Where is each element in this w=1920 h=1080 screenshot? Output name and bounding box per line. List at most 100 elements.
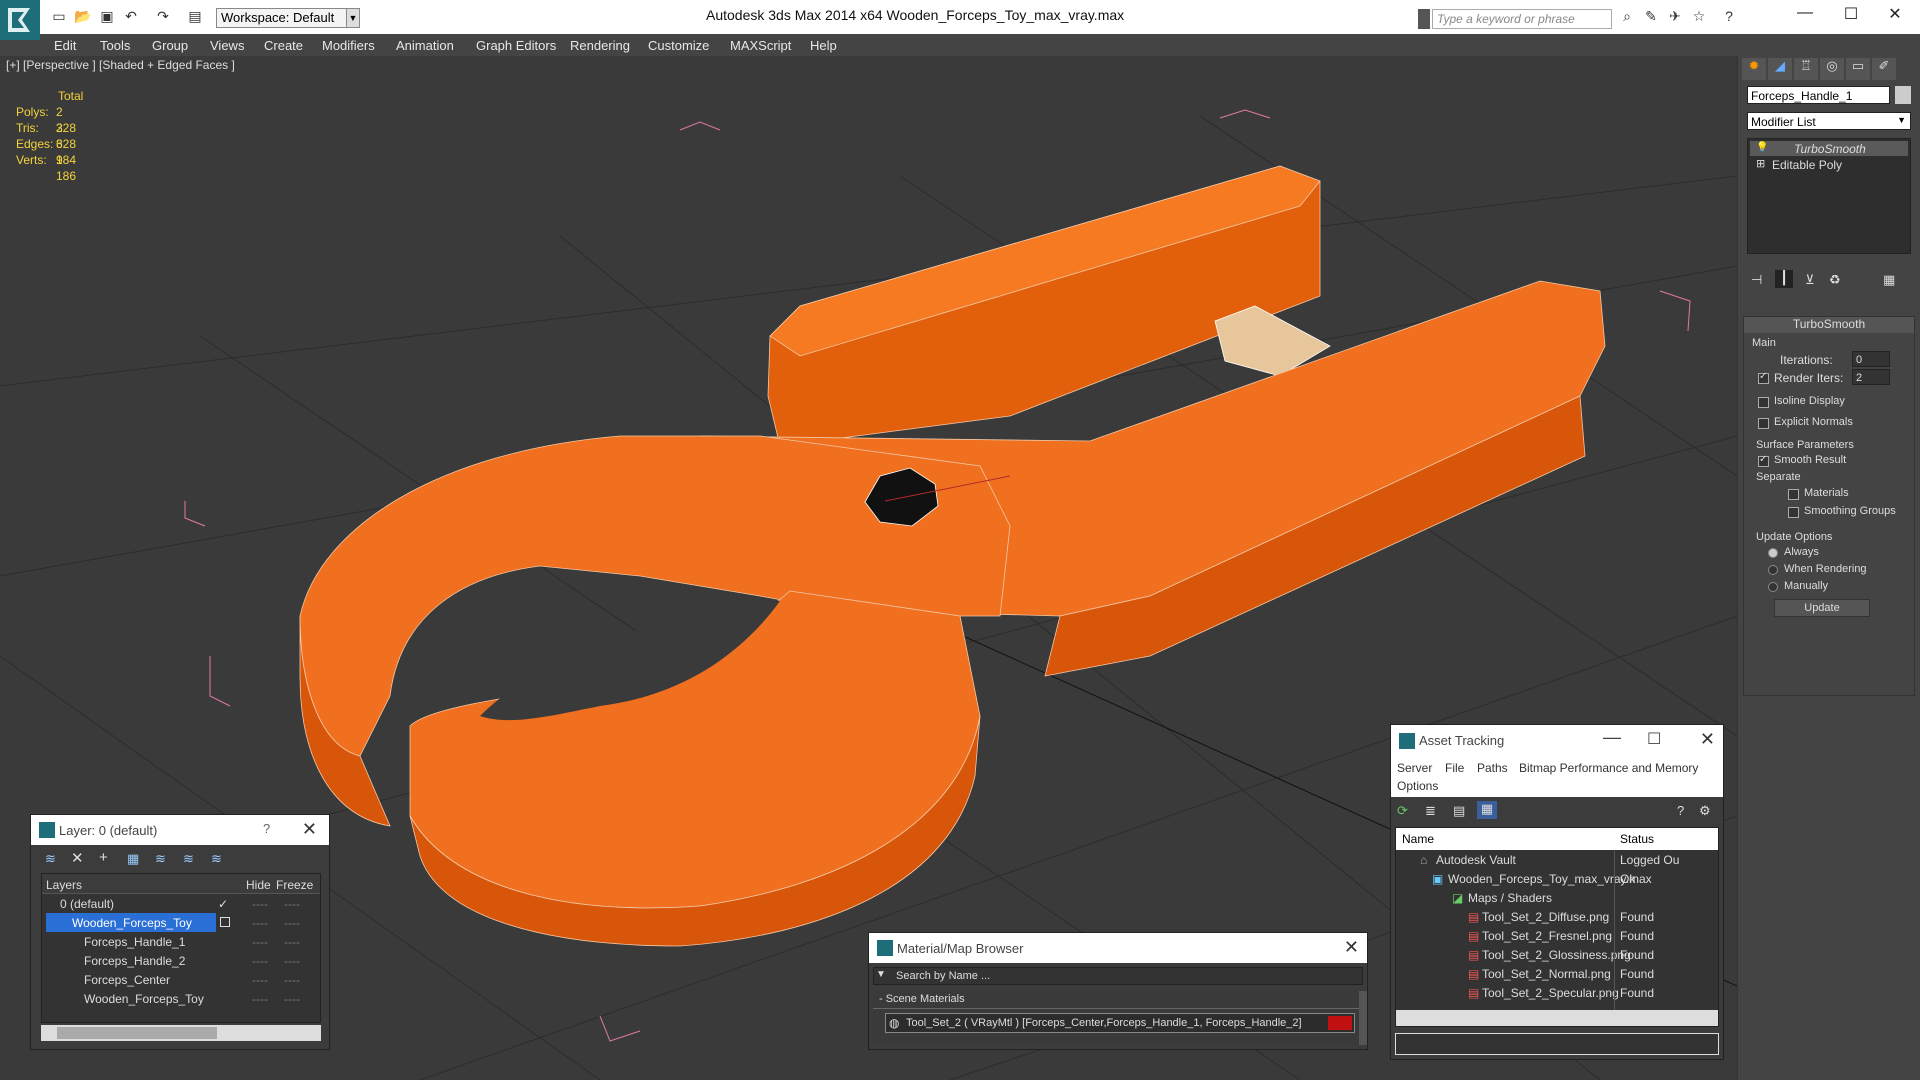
motion-tab-icon[interactable]: ◎: [1820, 58, 1844, 80]
isoline-display-checkbox[interactable]: [1758, 397, 1769, 408]
object-name-field[interactable]: Forceps_Handle_1: [1747, 86, 1890, 104]
create-tab-icon[interactable]: ✹: [1742, 58, 1766, 80]
freeze-dash[interactable]: ----: [284, 992, 300, 1006]
asset-row[interactable]: ▤ Tool_Set_2_Fresnel.png Found: [1396, 926, 1718, 945]
close-icon[interactable]: ✕: [1700, 729, 1715, 750]
viewport-label[interactable]: [+] [Perspective ] [Shaded + Edged Faces…: [6, 58, 235, 72]
asset-row[interactable]: ⌂ Autodesk Vault Logged Ou: [1396, 850, 1718, 869]
chevron-down-icon[interactable]: ▼: [346, 8, 360, 28]
hierarchy-tab-icon[interactable]: ♖: [1794, 58, 1818, 80]
delete-layer-icon[interactable]: ✕: [71, 849, 84, 867]
hide-dash[interactable]: ----: [252, 935, 268, 949]
menu-views[interactable]: Views: [210, 38, 244, 53]
layer-object-row[interactable]: Wooden_Forceps_Toy ---- ----: [42, 989, 320, 1008]
horizontal-scrollbar[interactable]: [41, 1025, 321, 1041]
render-iters-checkbox[interactable]: ✓: [1758, 371, 1769, 384]
close-icon[interactable]: ✕: [302, 819, 317, 840]
configure-sets-icon[interactable]: ▦: [1883, 272, 1895, 288]
project-folder-icon[interactable]: ▤: [184, 8, 206, 26]
asset-tracking-titlebar[interactable]: Asset Tracking — ☐ ✕: [1391, 725, 1723, 757]
maximize-icon[interactable]: ☐: [1836, 4, 1866, 28]
always-radio[interactable]: [1768, 548, 1778, 558]
menu-server[interactable]: Server: [1397, 761, 1432, 775]
refresh-icon[interactable]: ⟳: [1397, 803, 1408, 819]
manually-radio[interactable]: [1768, 582, 1778, 592]
col-hide[interactable]: Hide: [246, 878, 271, 892]
table-view-icon[interactable]: ▦: [1477, 801, 1497, 819]
freeze-dash[interactable]: ----: [284, 897, 300, 911]
expand-search-icon[interactable]: [1418, 9, 1430, 29]
update-button[interactable]: Update: [1774, 599, 1870, 617]
material-search-input[interactable]: ▼ Search by Name ...: [873, 967, 1363, 985]
help-icon[interactable]: ?: [263, 821, 270, 836]
horizontal-scrollbar[interactable]: [1396, 1010, 1718, 1026]
menu-edit[interactable]: Edit: [54, 38, 76, 53]
layer-object-row[interactable]: Forceps_Handle_2 ---- ----: [42, 951, 320, 970]
iterations-spinner[interactable]: 0: [1852, 351, 1890, 367]
maximize-icon[interactable]: ☐: [1647, 729, 1661, 749]
when-rendering-radio[interactable]: [1768, 565, 1778, 575]
layer-object-row[interactable]: Forceps_Handle_1 ---- ----: [42, 932, 320, 951]
help-icon[interactable]: ?: [1677, 803, 1684, 818]
menu-paths[interactable]: Paths: [1477, 761, 1508, 775]
minimize-icon[interactable]: —: [1603, 727, 1621, 748]
render-iters-spinner[interactable]: 2: [1852, 369, 1890, 385]
freeze-dash[interactable]: ----: [284, 954, 300, 968]
col-status[interactable]: Status: [1620, 832, 1654, 846]
scene-materials-group[interactable]: - Scene Materials: [873, 991, 1359, 1009]
hide-dash[interactable]: ----: [252, 992, 268, 1006]
stack-item-editable-poly[interactable]: ⊞ Editable Poly: [1750, 157, 1908, 172]
material-item[interactable]: ◍ Tool_Set_2 ( VRayMtl ) [Forceps_Center…: [885, 1013, 1355, 1033]
modify-tab-icon[interactable]: ◢: [1768, 58, 1792, 80]
minimize-icon[interactable]: —: [1790, 4, 1820, 28]
materials-checkbox[interactable]: [1788, 489, 1799, 500]
col-freeze[interactable]: Freeze: [276, 878, 313, 892]
menu-rendering[interactable]: Rendering: [570, 38, 630, 53]
favorites-star-icon[interactable]: ☆: [1688, 8, 1710, 26]
menu-animation[interactable]: Animation: [396, 38, 454, 53]
workspace-dropdown[interactable]: Workspace: Default: [216, 8, 360, 28]
material-browser-titlebar[interactable]: Material/Map Browser ✕: [869, 933, 1367, 963]
close-icon[interactable]: ✕: [1880, 4, 1910, 28]
help-icon[interactable]: ?: [1718, 8, 1740, 26]
rollout-title[interactable]: TurboSmooth: [1744, 317, 1914, 333]
redo-icon[interactable]: ↷: [152, 8, 174, 26]
show-end-result-icon[interactable]: ┃: [1775, 270, 1793, 288]
hide-dash[interactable]: ----: [252, 916, 268, 930]
smooth-result-checkbox[interactable]: ✓: [1758, 454, 1769, 467]
stack-item-turbosmooth[interactable]: 💡 TurboSmooth: [1750, 141, 1908, 156]
undo-icon[interactable]: ↶: [120, 8, 142, 26]
asset-row[interactable]: ◪ Maps / Shaders: [1396, 888, 1718, 907]
menu-options[interactable]: Options: [1397, 779, 1438, 793]
layer-dialog-titlebar[interactable]: Layer: 0 (default) ? ✕: [31, 815, 329, 845]
utilities-tab-icon[interactable]: ✐: [1872, 58, 1896, 80]
scrollbar-thumb[interactable]: [57, 1027, 217, 1039]
asset-row[interactable]: ▤ Tool_Set_2_Glossiness.png Found: [1396, 945, 1718, 964]
menu-customize[interactable]: Customize: [648, 38, 709, 53]
vertical-scrollbar[interactable]: [1359, 991, 1367, 1045]
layer-row-selected[interactable]: Wooden_Forceps_Toy ---- ----: [42, 913, 320, 932]
hide-all-icon[interactable]: ≋: [183, 851, 194, 867]
chevron-down-icon[interactable]: ▼: [876, 969, 886, 980]
remove-modifier-icon[interactable]: ♻: [1829, 272, 1841, 288]
menu-maxscript[interactable]: MAXScript: [730, 38, 791, 53]
hide-dash[interactable]: ----: [252, 897, 268, 911]
explicit-normals-checkbox[interactable]: [1758, 418, 1769, 429]
asset-row[interactable]: ▤ Tool_Set_2_Specular.png Found: [1396, 983, 1718, 1002]
open-file-icon[interactable]: 📂: [72, 8, 94, 26]
pin-stack-icon[interactable]: ⊣: [1751, 272, 1762, 288]
detail-view-icon[interactable]: ▤: [1453, 803, 1465, 819]
create-layer-icon[interactable]: ≋: [45, 851, 56, 867]
current-layer-box-icon[interactable]: [220, 917, 230, 927]
binoculars-icon[interactable]: ⌕: [1616, 8, 1638, 26]
close-icon[interactable]: ✕: [1344, 937, 1359, 958]
highlight-layer-icon[interactable]: ≋: [155, 851, 166, 867]
menu-file[interactable]: File: [1445, 761, 1464, 775]
app-logo-icon[interactable]: [0, 0, 40, 40]
settings-icon[interactable]: ⚙: [1699, 803, 1711, 819]
new-file-icon[interactable]: ▭: [48, 8, 70, 26]
hide-dash[interactable]: ----: [252, 973, 268, 987]
hide-dash[interactable]: ----: [252, 954, 268, 968]
save-icon[interactable]: ▣: [96, 8, 118, 26]
asset-row[interactable]: ▤ Tool_Set_2_Normal.png Found: [1396, 964, 1718, 983]
